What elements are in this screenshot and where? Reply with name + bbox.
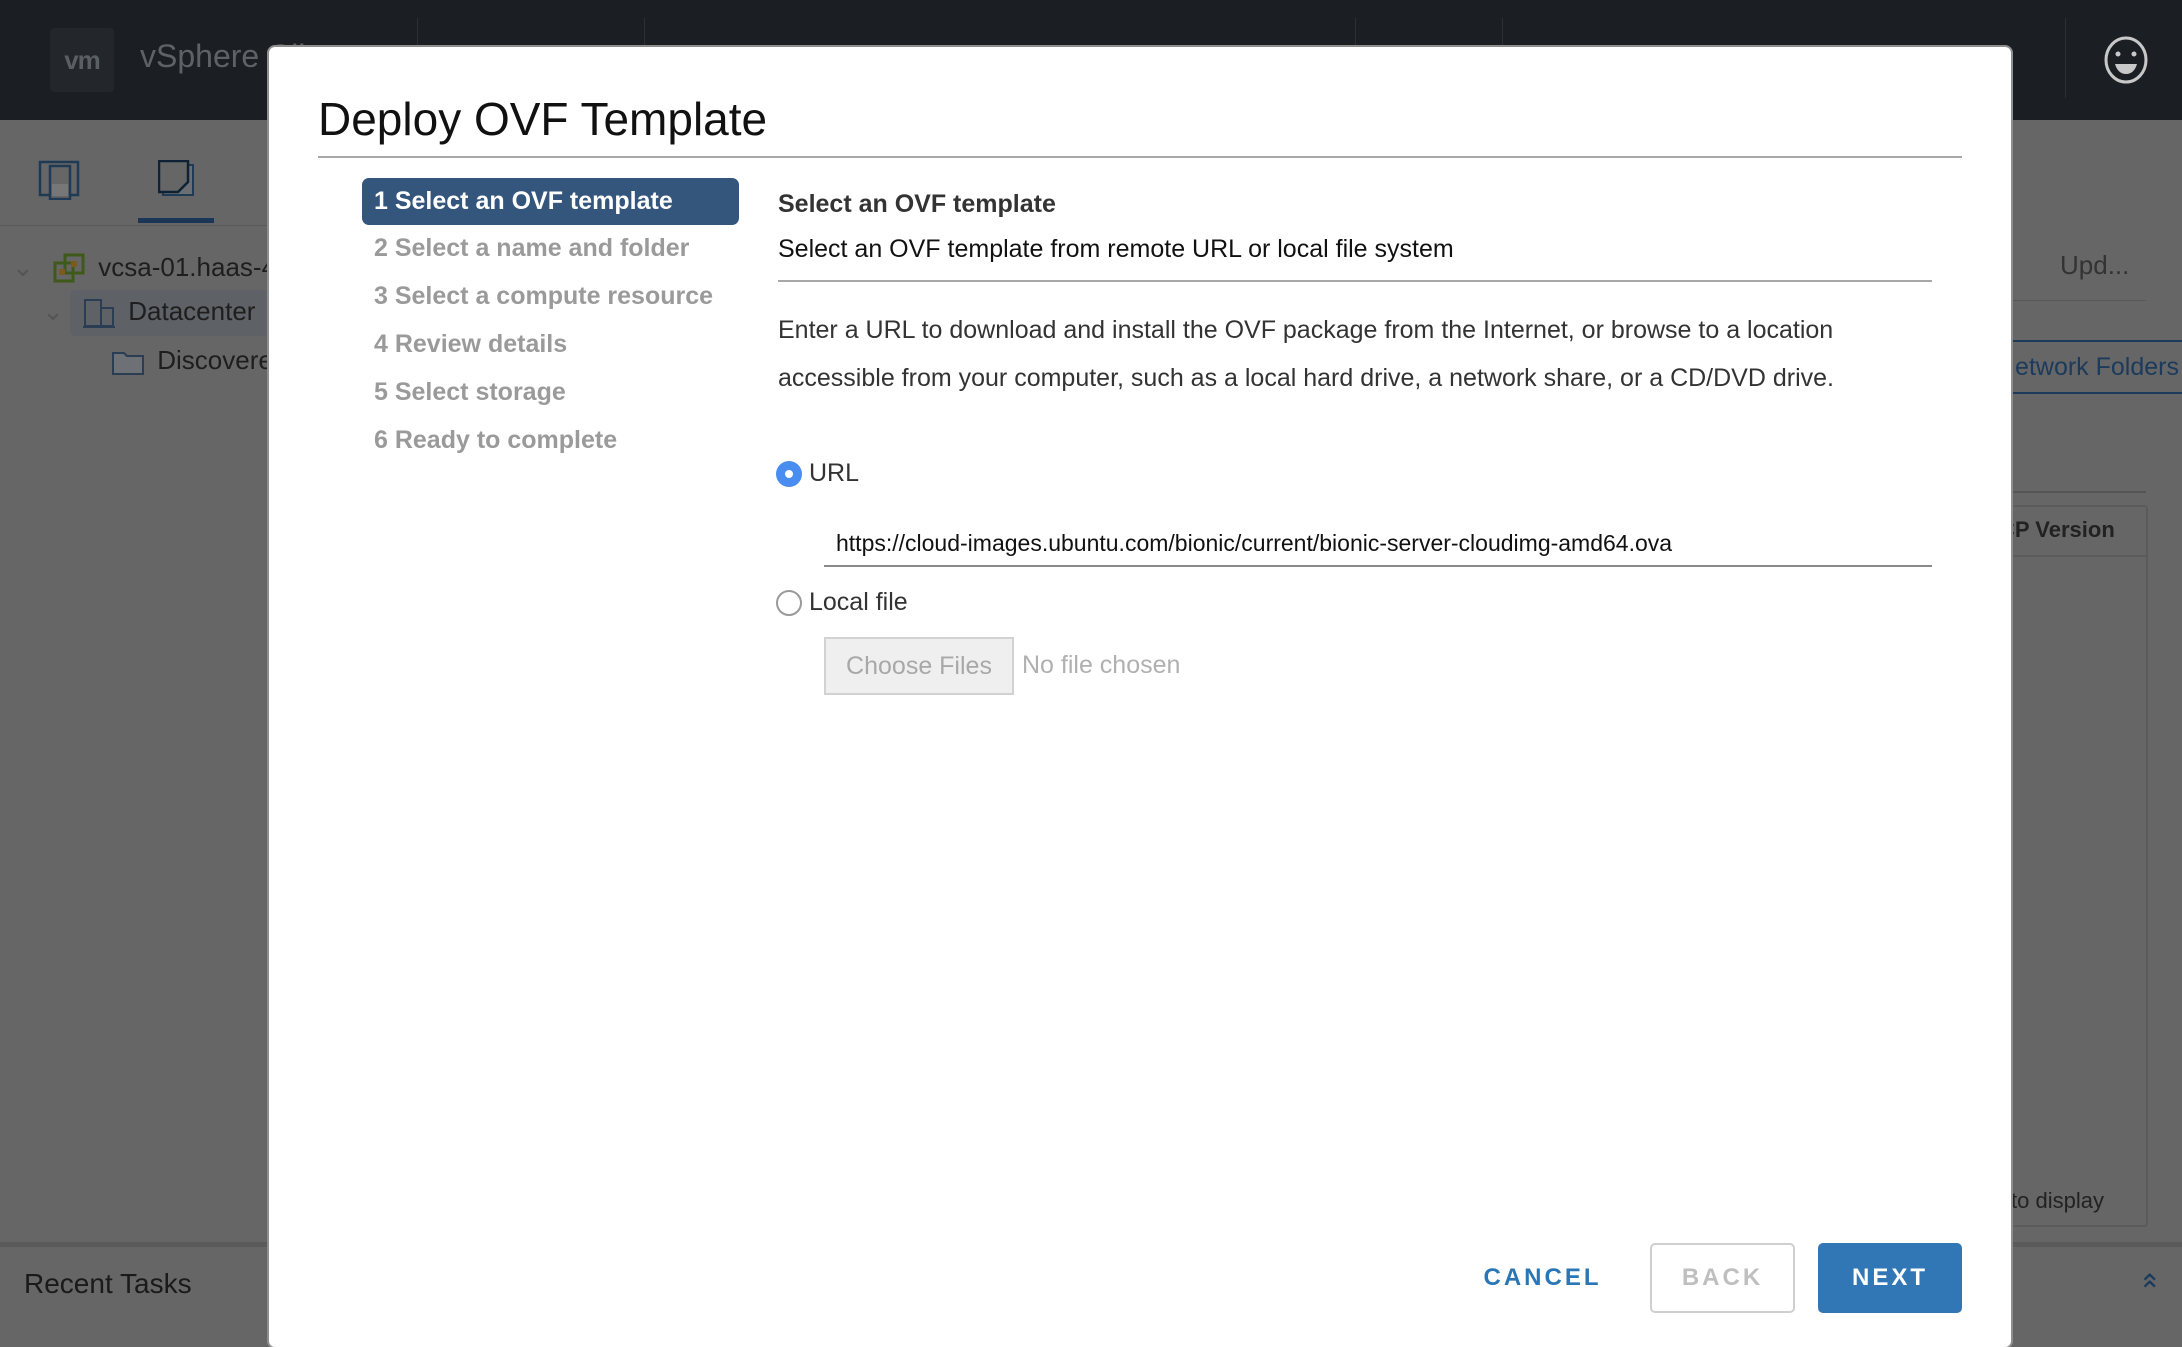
user-smiley-icon[interactable] [2104, 36, 2148, 84]
tree-item-vcenter[interactable]: ⌄ vcsa-01.haas-4 [12, 252, 276, 285]
nav-divider [0, 225, 268, 226]
local-file-radio-label[interactable]: Local file [809, 588, 908, 617]
url-radio[interactable] [776, 461, 802, 487]
dialog-title: Deploy OVF Template [318, 93, 768, 145]
chevron-down-icon[interactable]: ⌄ [12, 252, 34, 282]
wizard-step-2: 2 Select a name and folder [374, 234, 690, 262]
choose-files-button[interactable]: Choose Files [824, 637, 1014, 695]
wizard-step-1[interactable]: 1 Select an OVF template [362, 178, 739, 225]
active-tab-indicator [138, 218, 214, 223]
url-input[interactable] [824, 522, 1932, 567]
cancel-button[interactable]: CANCEL [1470, 1243, 1615, 1313]
divider [2011, 300, 2146, 301]
chevron-down-icon[interactable]: ⌄ [42, 296, 64, 326]
url-radio-label[interactable]: URL [809, 459, 859, 488]
wizard-step-5: 5 Select storage [374, 378, 566, 406]
wizard-step-3: 3 Select a compute resource [374, 282, 714, 310]
tree-item-label: vcsa-01.haas-4 [98, 252, 277, 282]
column-header: Upd... [2060, 250, 2130, 280]
column-label: CP Version [1999, 517, 2115, 542]
wizard-step-6: 6 Ready to complete [374, 426, 618, 454]
header-divider [2065, 18, 2066, 98]
chevron-double-up-icon[interactable]: ⌃ ⌃ [2138, 1268, 2161, 1334]
description-text: Enter a URL to download and install the … [778, 316, 1834, 392]
tree-item-folder[interactable]: Discovered [112, 345, 287, 376]
vmware-logo: vm [50, 28, 114, 92]
next-button[interactable]: NEXT [1818, 1243, 1962, 1313]
content-subheading: Select an OVF template from remote URL o… [778, 235, 1454, 263]
hosts-clusters-icon[interactable] [38, 160, 82, 200]
tree-item-label: Datacenter [128, 296, 256, 326]
divider [2011, 491, 2146, 493]
tree-item-label: Discovered [157, 345, 288, 375]
tree-item-datacenter[interactable]: ⌄ Datacenter [42, 296, 256, 329]
grid-empty-text: to display [2011, 1188, 2104, 1213]
no-file-status: No file chosen [1022, 651, 1181, 679]
recent-tasks-label[interactable]: Recent Tasks [24, 1268, 192, 1300]
vms-templates-icon[interactable] [158, 160, 198, 200]
vcenter-icon [53, 253, 85, 283]
local-file-radio[interactable] [776, 590, 802, 616]
back-button[interactable]: BACK [1650, 1243, 1795, 1313]
tab-network-folders[interactable]: Network Folders [2011, 340, 2182, 394]
datacenter-icon [83, 299, 116, 329]
data-grid [2011, 505, 2148, 1227]
wizard-step-4: 4 Review details [374, 330, 568, 358]
content-divider [778, 280, 1932, 282]
tab-label: Network Folders [2011, 353, 2179, 381]
folder-icon [112, 352, 144, 376]
title-divider [318, 156, 1962, 158]
content-heading: Select an OVF template [778, 190, 1056, 218]
grid-column-header[interactable]: CP Version [1999, 505, 2146, 557]
